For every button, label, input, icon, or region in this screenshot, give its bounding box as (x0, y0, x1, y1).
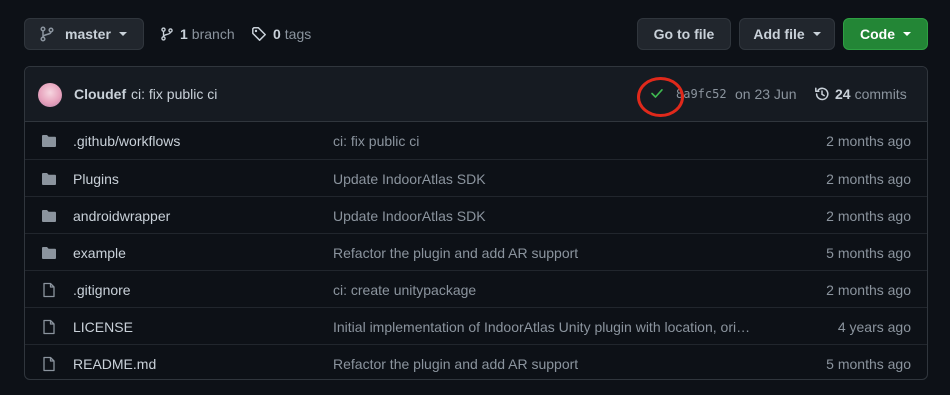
git-branch-icon (161, 27, 173, 41)
git-branch-icon (40, 26, 54, 42)
file-commit-message[interactable]: ci: create unitypackage (333, 282, 476, 298)
commit-date: on 23 Jun (735, 86, 797, 102)
tags-link[interactable]: 0 tags (251, 18, 311, 50)
file-commit-message[interactable]: Refactor the plugin and add AR support (333, 356, 578, 372)
file-row[interactable]: Plugins Update IndoorAtlas SDK 2 months … (25, 159, 927, 196)
commit-message-link[interactable]: ci: fix public ci (131, 86, 217, 102)
go-to-file-label: Go to file (653, 26, 715, 42)
file-browser: Cloudef ci: fix public ci 8a9fc52 on 23 … (24, 66, 928, 380)
file-commit-message[interactable]: Initial implementation of IndoorAtlas Un… (333, 319, 750, 335)
file-name[interactable]: .gitignore (73, 282, 131, 298)
chevron-down-icon (903, 32, 911, 36)
file-age: 2 months ago (826, 133, 911, 149)
file-age: 4 years ago (837, 319, 911, 335)
file-name[interactable]: LICENSE (73, 319, 133, 335)
avatar[interactable] (38, 83, 62, 107)
file-commit-message[interactable]: ci: fix public ci (333, 133, 419, 149)
tag-count: 0 (273, 26, 281, 42)
file-name[interactable]: README.md (73, 356, 156, 372)
branch-count: 1 (180, 26, 188, 42)
go-to-file-button[interactable]: Go to file (637, 18, 731, 50)
branch-label: branch (191, 26, 235, 42)
file-row[interactable]: README.md Refactor the plugin and add AR… (25, 344, 927, 379)
file-name[interactable]: example (73, 245, 126, 261)
history-icon (815, 87, 829, 101)
repo-toolbar: master 1 branch 0 tags Go to file Add fi… (24, 18, 928, 50)
file-age: 2 months ago (826, 282, 911, 298)
tag-label: tags (284, 26, 312, 42)
latest-commit-bar: Cloudef ci: fix public ci 8a9fc52 on 23 … (25, 67, 927, 122)
file-age: 2 months ago (826, 208, 911, 224)
file-age: 5 months ago (826, 356, 911, 372)
file-commit-message[interactable]: Refactor the plugin and add AR support (333, 245, 578, 261)
annotation-circle (637, 77, 684, 117)
commit-label: commits (854, 86, 907, 102)
chevron-down-icon (118, 32, 127, 36)
folder-icon (42, 210, 56, 222)
file-commit-message[interactable]: Update IndoorAtlas SDK (333, 171, 486, 187)
file-row[interactable]: .gitignore ci: create unitypackage 2 mon… (25, 270, 927, 307)
tag-icon (252, 27, 266, 41)
code-button[interactable]: Code (843, 18, 928, 50)
file-list: .github/workflows ci: fix public ci 2 mo… (25, 122, 927, 379)
file-name[interactable]: .github/workflows (73, 133, 180, 149)
commit-count: 24 (835, 86, 851, 102)
folder-icon (42, 247, 56, 259)
branch-name: master (65, 26, 111, 42)
commit-history-link[interactable]: 24 commits (814, 86, 907, 102)
add-file-label: Add file (753, 26, 805, 42)
file-name[interactable]: Plugins (73, 171, 119, 187)
branches-link[interactable]: 1 branch (160, 18, 235, 50)
file-row[interactable]: .github/workflows ci: fix public ci 2 mo… (25, 122, 927, 159)
file-row[interactable]: LICENSE Initial implementation of Indoor… (25, 307, 927, 344)
add-file-button[interactable]: Add file (739, 18, 835, 50)
file-icon (43, 356, 55, 372)
file-icon (43, 282, 55, 298)
file-row[interactable]: androidwrapper Update IndoorAtlas SDK 2 … (25, 196, 927, 233)
code-label: Code (860, 26, 895, 42)
folder-icon (42, 135, 56, 147)
chevron-down-icon (812, 32, 821, 36)
commit-author-link[interactable]: Cloudef (74, 86, 126, 102)
file-age: 2 months ago (826, 171, 911, 187)
file-row[interactable]: example Refactor the plugin and add AR s… (25, 233, 927, 270)
file-name[interactable]: androidwrapper (73, 208, 170, 224)
file-age: 5 months ago (826, 245, 911, 261)
file-icon (43, 319, 55, 335)
file-commit-message[interactable]: Update IndoorAtlas SDK (333, 208, 486, 224)
branch-select-button[interactable]: master (24, 18, 144, 50)
folder-icon (42, 173, 56, 185)
